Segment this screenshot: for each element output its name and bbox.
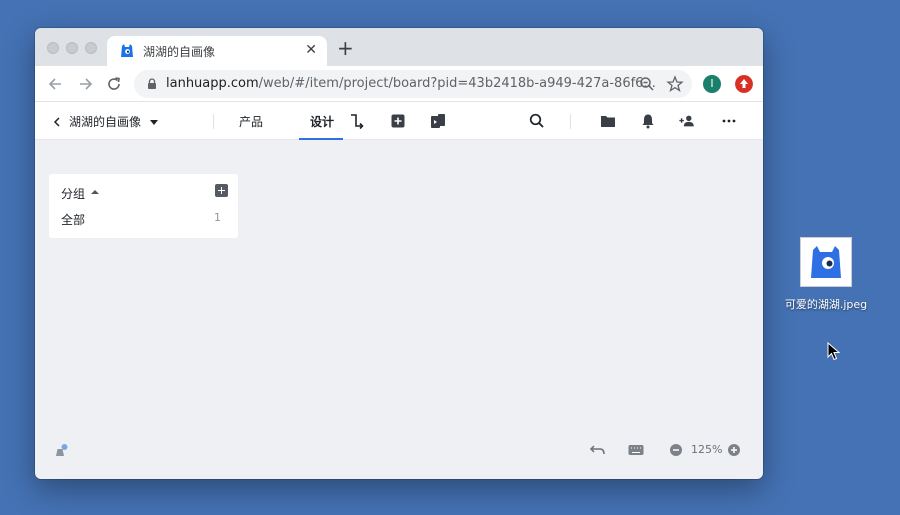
tab-title: 湖湖的自画像 — [143, 45, 216, 59]
extension-icon[interactable] — [735, 75, 753, 93]
zoom-out-icon[interactable] — [667, 443, 685, 457]
back-chevron-icon[interactable] — [53, 116, 61, 127]
monster-image-icon — [811, 246, 841, 278]
zoom-level: 125% — [691, 443, 723, 456]
zoom-icon[interactable] — [638, 75, 656, 93]
profile-avatar[interactable]: I — [703, 75, 721, 93]
keyboard-icon[interactable] — [627, 443, 645, 457]
group-panel-title: 分组 — [61, 187, 86, 201]
browser-window: 湖湖的自画像 ✕ + lanhuapp.com/web/#/item/proje… — [35, 28, 763, 479]
project-name: 湖湖的自画像 — [69, 115, 142, 129]
bookmark-star-icon[interactable] — [666, 75, 684, 93]
flow-icon[interactable] — [348, 112, 366, 130]
folder-icon[interactable] — [599, 112, 617, 130]
group-panel: 分组 全部 1 — [49, 174, 238, 238]
tab-design[interactable]: 设计 — [310, 113, 334, 130]
active-tab-indicator — [299, 138, 343, 140]
search-icon[interactable] — [528, 112, 546, 130]
collapse-caret-icon[interactable] — [91, 190, 99, 194]
desktop-file-name[interactable]: 可爱的湖湖.jpeg — [780, 296, 872, 312]
mouse-cursor-icon — [827, 342, 841, 361]
forward-arrow-icon[interactable] — [76, 75, 94, 93]
help-lamp-icon[interactable] — [51, 444, 69, 458]
new-tab-button[interactable]: + — [337, 38, 354, 58]
reload-icon[interactable] — [105, 75, 123, 93]
divider — [570, 114, 571, 129]
lanhu-logo-icon — [121, 44, 133, 57]
zoom-in-icon[interactable] — [725, 443, 743, 457]
caret-down-icon — [150, 119, 159, 125]
lock-icon — [148, 78, 156, 89]
url-text: lanhuapp.com/web/#/item/project/board?pi… — [166, 76, 656, 91]
add-square-icon[interactable] — [389, 112, 407, 130]
tab-strip: 湖湖的自画像 ✕ + — [35, 28, 763, 66]
close-window-button[interactable] — [47, 42, 59, 54]
address-bar[interactable]: lanhuapp.com/web/#/item/project/board?pi… — [134, 70, 692, 98]
minimize-window-button[interactable] — [66, 42, 78, 54]
project-switcher[interactable]: 湖湖的自画像 — [53, 113, 159, 130]
divider — [213, 114, 214, 129]
browser-toolbar: lanhuapp.com/web/#/item/project/board?pi… — [35, 66, 763, 102]
more-icon[interactable] — [720, 112, 738, 130]
tab-close-icon[interactable]: ✕ — [305, 42, 317, 58]
browser-tab[interactable]: 湖湖的自画像 ✕ — [107, 36, 327, 66]
bell-icon[interactable] — [639, 112, 657, 130]
back-arrow-icon[interactable] — [47, 75, 65, 93]
undo-icon[interactable] — [589, 443, 607, 457]
present-cards-icon[interactable] — [429, 112, 447, 130]
group-row-count: 1 — [214, 211, 221, 224]
group-row-all[interactable]: 全部 — [61, 211, 85, 228]
app-header: 湖湖的自画像 产品 设计 — [35, 102, 763, 140]
maximize-window-button[interactable] — [85, 42, 97, 54]
add-group-button[interactable] — [215, 184, 228, 197]
desktop-file-thumbnail[interactable] — [800, 237, 852, 287]
add-member-icon[interactable] — [678, 112, 696, 130]
tab-product[interactable]: 产品 — [239, 113, 263, 130]
